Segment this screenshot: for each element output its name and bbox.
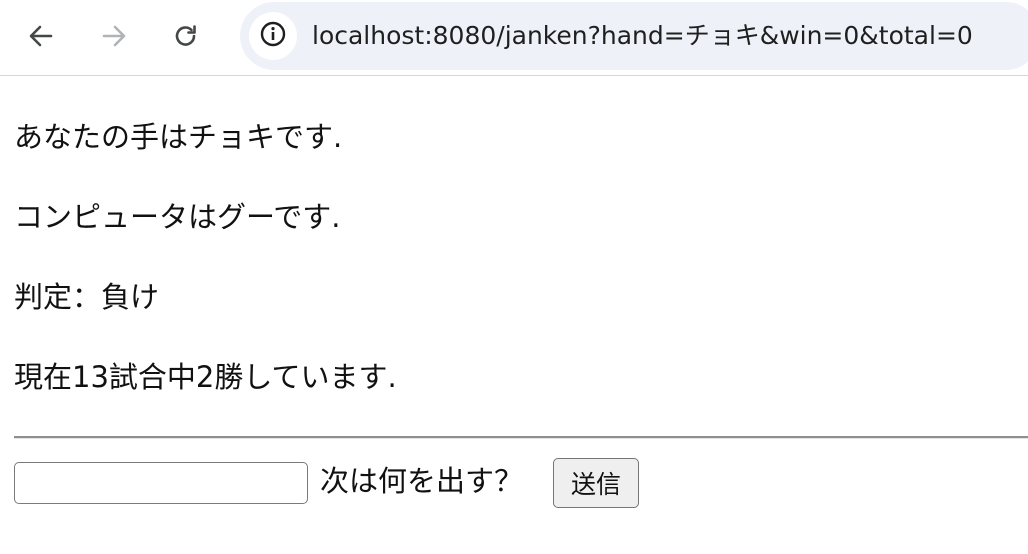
site-info-button[interactable] [249, 12, 297, 60]
win-record-message: 現在13試合中2勝しています. [14, 360, 397, 394]
browser-toolbar: localhost:8080/janken?hand=チョキ&win=0&tot… [0, 0, 1028, 76]
back-button[interactable] [19, 14, 63, 58]
judgement-message: 判定：負け [14, 280, 160, 314]
hand-input[interactable] [14, 462, 308, 504]
reload-button[interactable] [164, 14, 208, 58]
arrow-left-icon [27, 22, 55, 50]
computer-hand-message: コンピュータはグーです. [14, 200, 341, 234]
arrow-right-icon [100, 22, 128, 50]
submit-button[interactable]: 送信 [553, 458, 639, 508]
forward-button[interactable] [92, 14, 136, 58]
address-bar[interactable]: localhost:8080/janken?hand=チョキ&win=0&tot… [240, 2, 1028, 70]
info-circle-icon [259, 20, 287, 52]
player-hand-message: あなたの手はチョキです. [14, 120, 343, 154]
reload-icon [172, 22, 200, 50]
url-text[interactable]: localhost:8080/janken?hand=チョキ&win=0&tot… [312, 21, 973, 51]
horizontal-rule [14, 436, 1028, 439]
next-hand-prompt: 次は何を出す？ [320, 464, 524, 498]
